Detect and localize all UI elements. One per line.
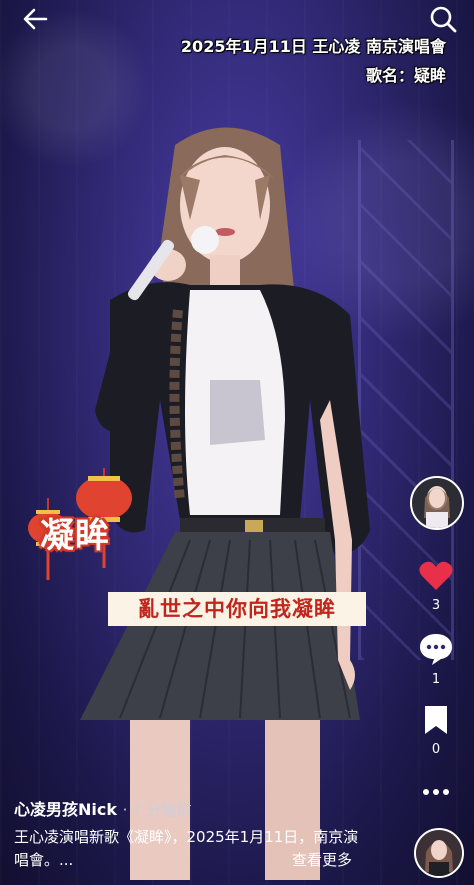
search-icon <box>430 6 457 33</box>
avatar-image <box>416 830 462 876</box>
like-button[interactable]: 3 <box>408 560 464 613</box>
like-count: 3 <box>431 598 441 613</box>
back-arrow-icon <box>23 8 48 30</box>
video-screen[interactable]: 2025年1月11日 王心凌 南京演唱會 歌名：疑眸 凝眸 亂世之中你向我凝眸 <box>0 0 474 885</box>
more-icon <box>423 789 449 795</box>
heart-icon <box>419 561 453 590</box>
more-options-button[interactable] <box>408 778 464 803</box>
video-caption-date: 2025年1月11日 王心凌 南京演唱會 <box>180 37 446 56</box>
creator-avatar[interactable] <box>410 476 464 530</box>
see-more-link[interactable]: 查看更多 <box>292 849 352 870</box>
author-name[interactable]: 心凌男孩Nick <box>14 800 117 819</box>
lantern-text: 凝眸 <box>40 516 110 556</box>
music-avatar[interactable] <box>414 828 464 878</box>
post-time: · 7 分鐘前 <box>122 801 192 819</box>
comment-button[interactable]: 1 <box>408 632 464 687</box>
video-caption-song: 歌名：疑眸 <box>365 66 446 85</box>
save-button[interactable]: 0 <box>408 704 464 757</box>
bookmark-icon <box>425 706 447 734</box>
comment-count: 1 <box>431 672 441 687</box>
lyric-subtitle: 亂世之中你向我凝眸 <box>108 592 366 626</box>
comment-icon <box>420 634 452 665</box>
search-button[interactable] <box>426 4 460 34</box>
back-button[interactable] <box>18 4 52 34</box>
post-author[interactable]: 心凌男孩Nick · 7 分鐘前 <box>14 796 191 820</box>
avatar-image <box>412 478 462 528</box>
save-count: 0 <box>431 742 441 757</box>
lantern-sticker: 凝眸 <box>26 468 136 588</box>
